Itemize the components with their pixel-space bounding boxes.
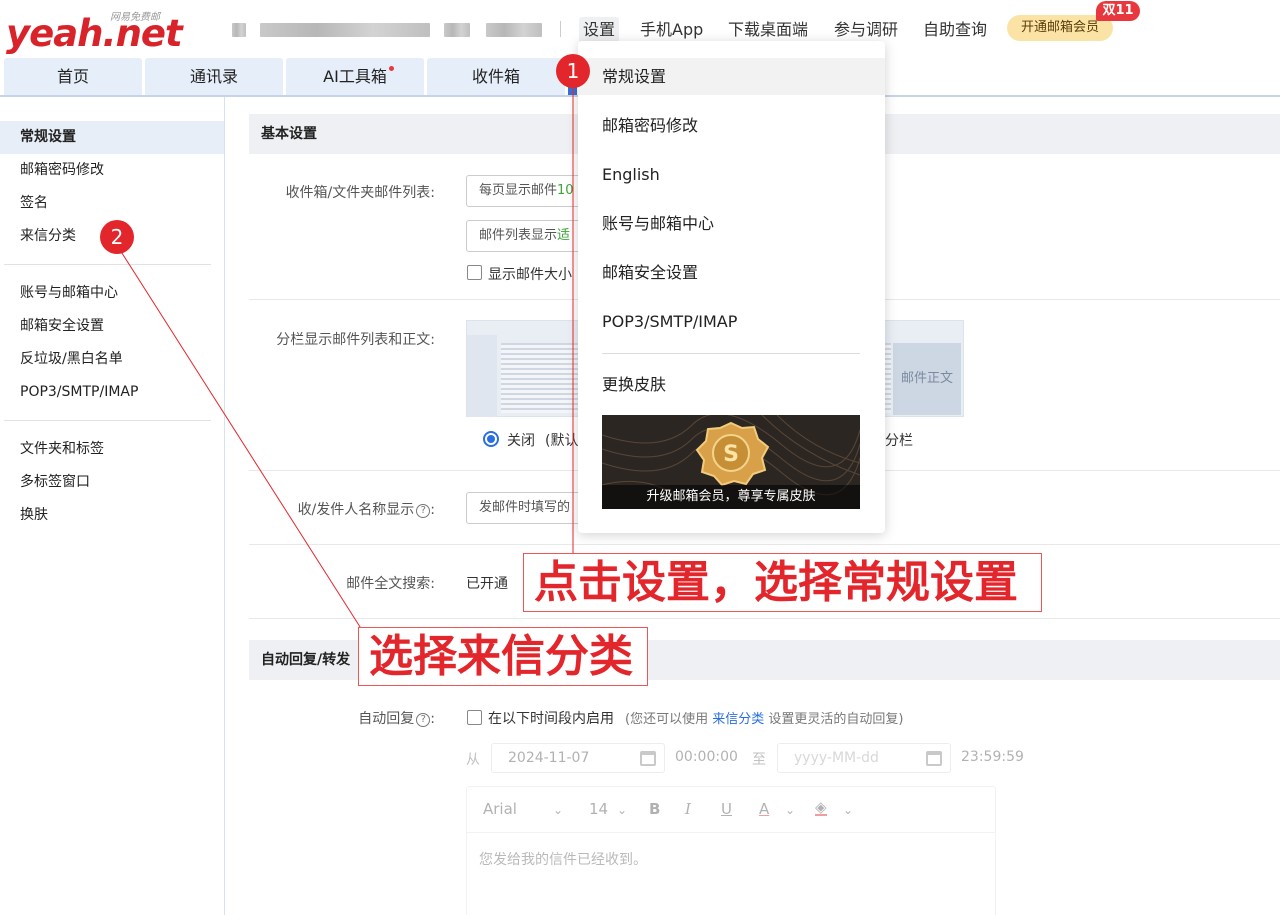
split-off-label: 关闭 [507,433,535,449]
tab-home[interactable]: 首页 [4,58,142,95]
row-divider [249,618,1280,619]
sidebar-divider [4,420,211,421]
auto-reply-label: 自动回复?: [358,711,435,727]
menu-item-change-skin[interactable]: 更换皮肤 [578,366,885,403]
logo-text: yeah.net [6,12,183,55]
auto-reply-hint: (您还可以使用 来信分类 设置更灵活的自动回复) [625,708,903,727]
fulltext-search-status: 已开通 [466,576,508,592]
mail-rules-link[interactable]: 来信分类 [712,712,764,727]
font-family-select[interactable]: Arial [483,800,517,818]
sidebar-item-signature[interactable]: 签名 [0,187,224,220]
help-icon[interactable]: ? [416,713,431,727]
chevron-down-icon: ⌄ [553,803,564,817]
list-display-value: 适 [557,228,571,243]
split-view-label: 分栏显示邮件列表和正文: [276,332,435,348]
skin-upgrade-banner[interactable]: S 升级邮箱会员，尊享专属皮肤 [602,415,860,509]
auto-reply-label-text: 自动回复 [358,711,415,727]
sidebar-item-skin[interactable]: 换肤 [0,499,224,532]
start-time[interactable]: 00:00:00 [675,749,738,765]
chevron-down-icon: ⌄ [617,803,628,817]
new-indicator-dot [389,66,394,71]
auto-reply-hint-prefix: (您还可以使用 [625,712,709,727]
start-date-value: 2024-11-07 [508,750,590,766]
promo-badge: 双11 [1096,1,1140,21]
tab-ai-tools-label: AI工具箱 [323,67,387,86]
step-2-marker: 2 [100,220,134,254]
menu-item-account-center[interactable]: 账号与邮箱中心 [578,205,885,242]
auto-reply-enable-label: 在以下时间段内启用 [488,711,614,727]
tab-ai-tools[interactable]: AI工具箱 [286,58,424,95]
from-label: 从 [466,752,480,768]
sender-name-label: 收/发件人名称显示?: [297,502,435,518]
sender-name-label-text: 收/发件人名称显示 [297,502,415,518]
split-off-default-hint: (默认 [545,433,579,449]
row-divider [249,544,1280,545]
sidebar-item-password[interactable]: 邮箱密码修改 [0,154,224,187]
start-date-input[interactable]: 2024-11-07 [491,743,665,773]
tab-contacts[interactable]: 通讯录 [145,58,283,95]
list-display-prefix: 邮件列表显示 [479,228,558,243]
end-time[interactable]: 23:59:59 [961,749,1024,765]
auto-reply-text[interactable]: 您发给我的信件已经收到。 [479,849,647,869]
chevron-down-icon: ⌄ [785,803,796,817]
step-1-marker: 1 [556,54,590,88]
sidebar-item-antispam[interactable]: 反垃圾/黑白名单 [0,343,224,376]
calendar-icon [926,751,942,766]
split-off-radio[interactable] [483,431,499,447]
sidebar-item-security[interactable]: 邮箱安全设置 [0,310,224,343]
editor-toolbar: Arial ⌄ 14 ⌄ B I U A ⌄ ◈ ⌄ [467,787,995,833]
nav-desktop-download[interactable]: 下载桌面端 [728,17,808,43]
menu-item-general[interactable]: 常规设置 [578,58,885,95]
end-date-input[interactable]: yyyy-MM-dd [777,743,951,773]
header-divider [560,21,561,37]
menu-item-password[interactable]: 邮箱密码修改 [578,107,885,144]
fulltext-search-label: 邮件全文搜索: [346,576,435,592]
sidebar-item-account-center[interactable]: 账号与邮箱中心 [0,277,224,310]
banner-caption: 升级邮箱会员，尊享专属皮肤 [602,485,860,509]
per-page-prefix: 每页显示邮件 [479,183,558,198]
svg-text:S: S [723,442,739,467]
nav-self-service[interactable]: 自助查询 [923,17,987,43]
sidebar-divider [4,264,211,265]
list-settings-label: 收件箱/文件夹邮件列表: [285,185,435,201]
menu-item-pop3[interactable]: POP3/SMTP/IMAP [578,303,885,340]
underline-icon[interactable]: U [721,800,732,818]
italic-icon[interactable]: I [685,800,691,818]
split-option-label: 分栏 [885,433,913,449]
auto-reply-editor[interactable]: Arial ⌄ 14 ⌄ B I U A ⌄ ◈ ⌄ 您发给我的信件已经收到。 [466,786,996,915]
show-size-checkbox[interactable] [467,265,482,280]
callout-select-mail-rules: 选择来信分类 [358,627,648,686]
settings-dropdown-menu: 常规设置 邮箱密码修改 English 账号与邮箱中心 邮箱安全设置 POP3/… [578,41,885,533]
calendar-icon [640,751,656,766]
bold-icon[interactable]: B [649,800,660,818]
auto-reply-checkbox[interactable] [467,710,482,725]
nav-settings[interactable]: 设置 [579,17,620,43]
auto-reply-hint-suffix: 设置更灵活的自动回复) [768,712,904,727]
tab-inbox[interactable]: 收件箱 [427,58,565,95]
sidebar-item-multi-tab[interactable]: 多标签窗口 [0,466,224,499]
help-icon[interactable]: ? [416,504,431,518]
menu-divider [602,353,860,354]
nav-survey[interactable]: 参与调研 [834,17,898,43]
logo[interactable]: 网易免费邮 yeah.net [6,6,183,56]
show-size-label: 显示邮件大小 [488,267,572,283]
end-date-placeholder: yyyy-MM-dd [794,750,879,766]
sidebar-item-pop3[interactable]: POP3/SMTP/IMAP [0,376,224,409]
font-size-select[interactable]: 14 [589,800,608,818]
sidebar-item-general[interactable]: 常规设置 [0,121,224,154]
menu-item-security[interactable]: 邮箱安全设置 [578,254,885,291]
sidebar-item-folders[interactable]: 文件夹和标签 [0,433,224,466]
font-color-icon[interactable]: A [759,800,769,818]
to-label: 至 [752,752,766,768]
menu-item-english[interactable]: English [578,156,885,193]
nav-mobile-app[interactable]: 手机App [640,17,703,43]
chevron-down-icon: ⌄ [843,803,854,817]
callout-click-settings: 点击设置，选择常规设置 [523,553,1042,612]
highlight-icon[interactable]: ◈ [815,800,827,816]
per-page-value: 10 [557,183,574,198]
preview-mail-body: 邮件正文 [893,343,961,415]
